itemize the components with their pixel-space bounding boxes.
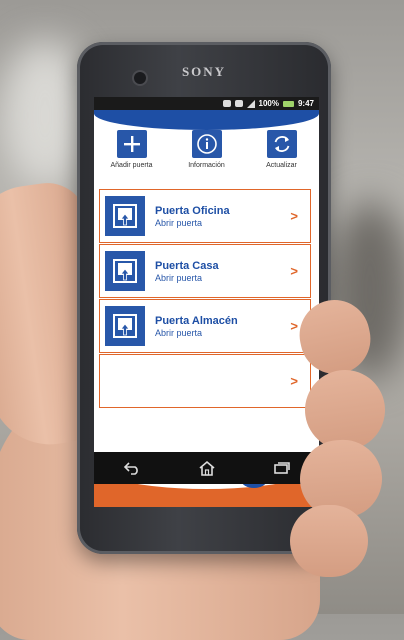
door-icon bbox=[105, 196, 145, 236]
door-row-casa[interactable]: Puerta Casa Abrir puerta > bbox=[99, 244, 311, 298]
status-time: 9:47 bbox=[297, 99, 314, 108]
home-button[interactable] bbox=[187, 456, 227, 480]
door-subtitle: Abrir puerta bbox=[155, 272, 203, 283]
chevron-right-icon: > bbox=[290, 263, 298, 279]
info-icon bbox=[191, 130, 222, 158]
phone-top-bezel: SONY bbox=[77, 42, 331, 97]
chevron-right-icon: > bbox=[290, 318, 298, 334]
notification-icon bbox=[222, 100, 231, 107]
info-button[interactable]: Información bbox=[172, 130, 242, 180]
refresh-icon bbox=[266, 130, 297, 158]
door-title: Puerta Casa bbox=[155, 259, 219, 272]
add-door-label: Añadir puerta bbox=[110, 162, 153, 169]
door-title: Puerta Oficina bbox=[155, 204, 230, 217]
door-row-oficina[interactable]: Puerta Oficina Abrir puerta > bbox=[99, 189, 311, 243]
phone-brand: SONY bbox=[181, 64, 227, 79]
signal-icon bbox=[246, 99, 255, 108]
chevron-right-icon: > bbox=[290, 208, 298, 224]
door-row-empty[interactable]: > bbox=[99, 354, 311, 408]
battery-icon bbox=[282, 100, 294, 107]
alarm-icon bbox=[234, 100, 243, 107]
header-banner bbox=[94, 110, 319, 130]
refresh-button[interactable]: Actualizar bbox=[247, 130, 317, 180]
door-icon bbox=[105, 251, 145, 291]
chevron-right-icon: > bbox=[290, 373, 298, 389]
info-label: Información bbox=[188, 162, 225, 169]
recent-apps-icon bbox=[273, 462, 290, 474]
door-list: Puerta Oficina Abrir puerta > Puerta Cas… bbox=[99, 189, 311, 409]
recent-apps-button[interactable] bbox=[262, 456, 302, 480]
system-nav-bar bbox=[94, 452, 319, 484]
phone: SONY 100% 9:47 Añadir puerta Información… bbox=[77, 42, 331, 554]
refresh-label: Actualizar bbox=[266, 162, 297, 169]
back-button[interactable] bbox=[112, 456, 152, 480]
back-icon bbox=[123, 462, 138, 475]
status-bar: 100% 9:47 bbox=[94, 97, 319, 110]
add-icon bbox=[116, 130, 147, 158]
door-icon bbox=[105, 306, 145, 346]
hand-finger bbox=[290, 505, 368, 577]
app-screen: 100% 9:47 Añadir puerta Información Actu… bbox=[94, 97, 319, 507]
home-icon bbox=[198, 460, 215, 476]
door-subtitle: Abrir puerta bbox=[155, 217, 203, 228]
toolbar: Añadir puerta Información Actualizar bbox=[94, 130, 319, 180]
door-title: Puerta Almacén bbox=[155, 314, 238, 327]
battery-percent: 100% bbox=[258, 99, 279, 108]
add-door-button[interactable]: Añadir puerta bbox=[97, 130, 167, 180]
door-row-almacen[interactable]: Puerta Almacén Abrir puerta > bbox=[99, 299, 311, 353]
door-subtitle: Abrir puerta bbox=[155, 327, 203, 338]
